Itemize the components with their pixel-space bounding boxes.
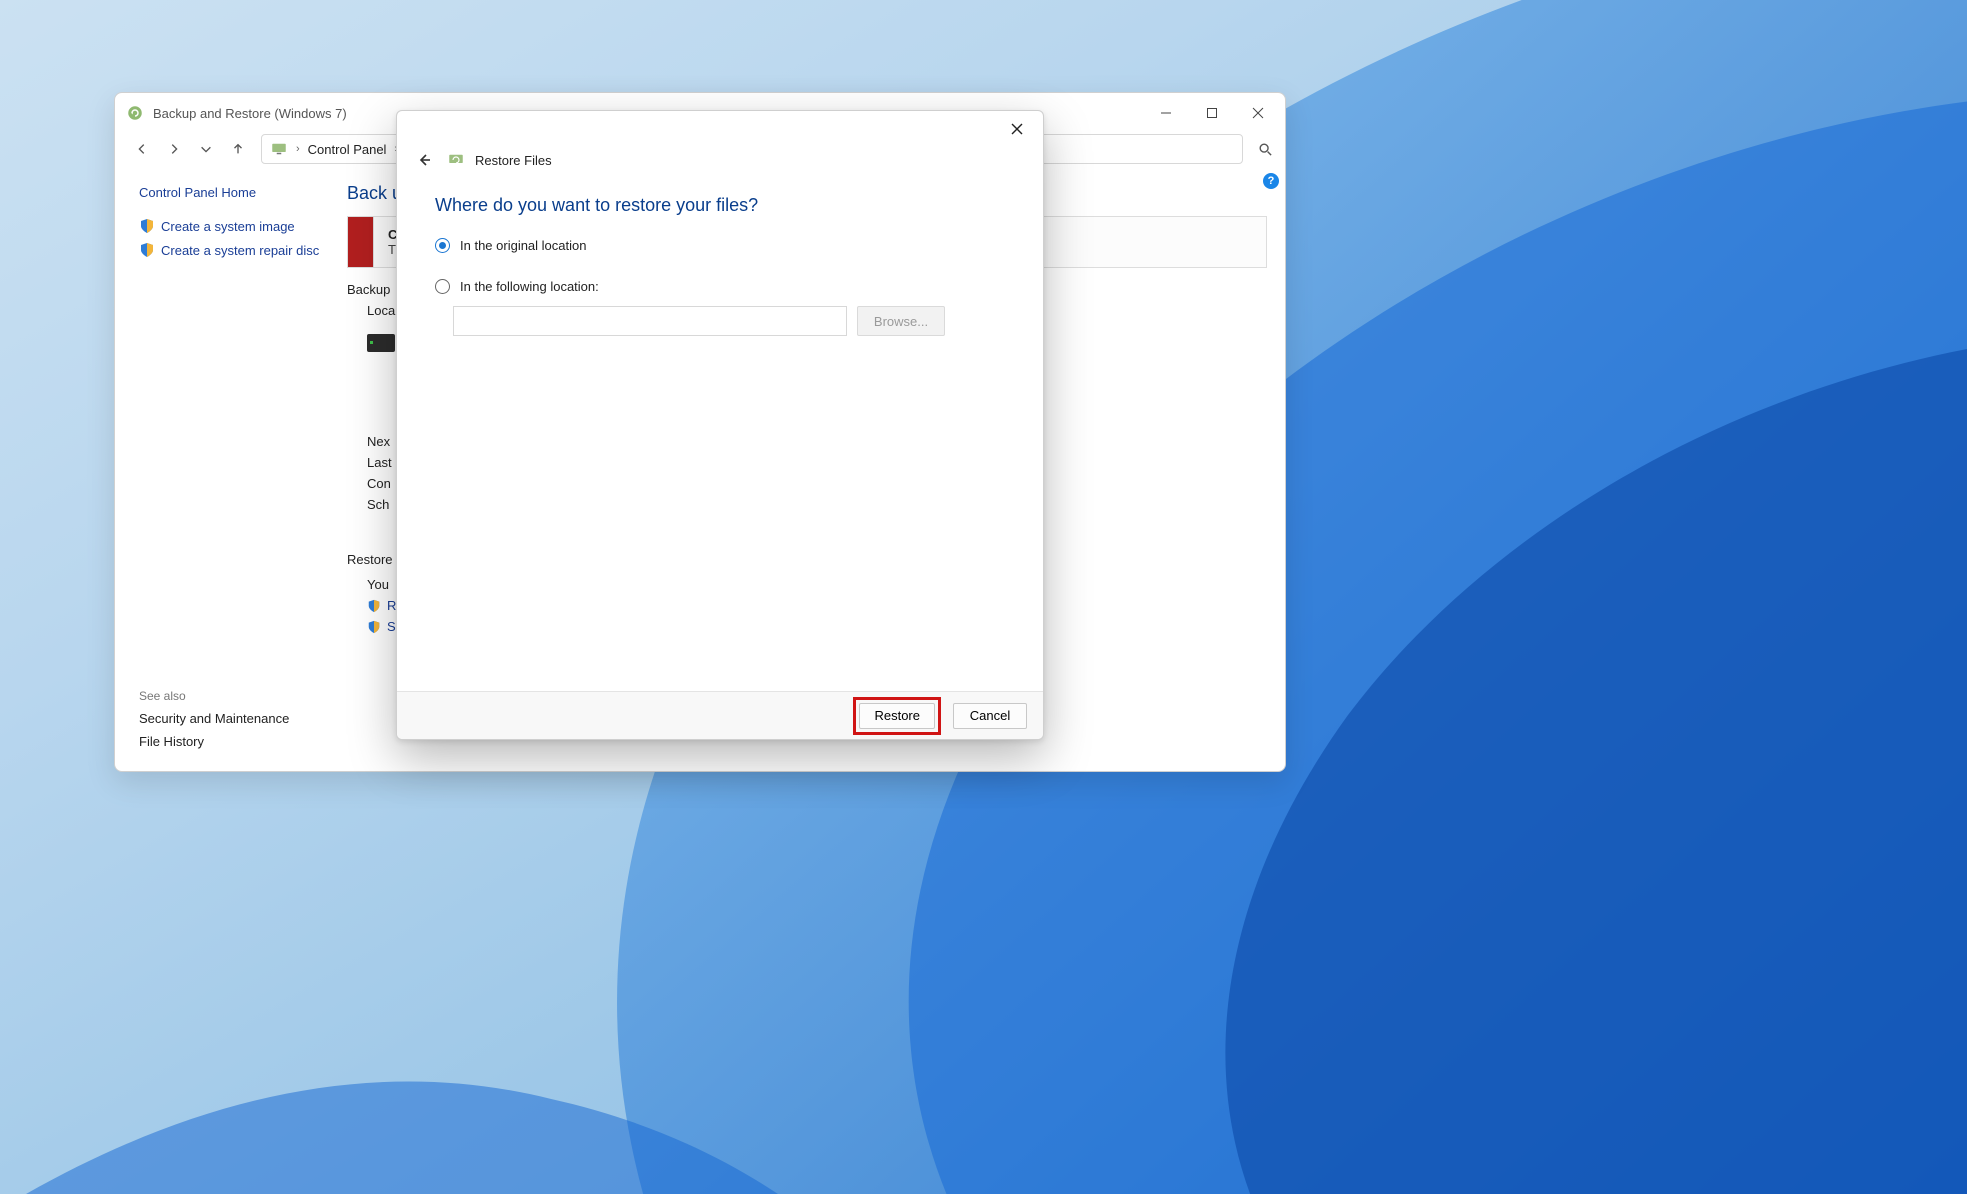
dialog-back-button[interactable]	[411, 147, 437, 173]
see-also-header: See also	[139, 689, 333, 703]
dialog-header: Restore Files	[397, 147, 1043, 177]
dialog-title: Restore Files	[475, 153, 552, 168]
browse-button[interactable]: Browse...	[857, 306, 945, 336]
shield-icon	[139, 242, 155, 258]
dialog-close-button[interactable]	[997, 115, 1037, 143]
shield-icon	[367, 620, 381, 634]
close-button[interactable]	[1235, 98, 1281, 128]
restore-files-icon	[447, 151, 465, 169]
error-bar	[347, 216, 373, 268]
restore-link-label: R	[387, 598, 396, 613]
radio-icon	[435, 238, 450, 253]
dialog-heading: Where do you want to restore your files?	[435, 195, 1005, 216]
radio-icon	[435, 279, 450, 294]
location-input[interactable]	[453, 306, 847, 336]
shield-icon	[139, 218, 155, 234]
location-label: Loca	[367, 303, 395, 318]
window-title: Backup and Restore (Windows 7)	[153, 106, 347, 121]
breadcrumb-item[interactable]: Control Panel	[308, 142, 387, 157]
backup-label: Backup	[347, 282, 390, 297]
radio-label: In the following location:	[460, 279, 599, 294]
nav-up-button[interactable]	[223, 134, 253, 164]
sidebar: Control Panel Home Create a system image…	[115, 169, 347, 771]
minimize-button[interactable]	[1143, 98, 1189, 128]
radio-original-location[interactable]: In the original location	[435, 238, 1005, 253]
radio-label: In the original location	[460, 238, 586, 253]
help-icon[interactable]: ?	[1263, 173, 1279, 189]
file-history-link[interactable]: File History	[139, 734, 333, 749]
nav-forward-button[interactable]	[159, 134, 189, 164]
schedule-label: Sch	[367, 497, 389, 512]
radio-following-location[interactable]: In the following location:	[435, 279, 1005, 294]
restore-link-label: S	[387, 619, 396, 634]
pc-icon	[270, 140, 288, 158]
shield-icon	[367, 599, 381, 613]
restore-files-dialog: Restore Files Where do you want to resto…	[396, 110, 1044, 740]
create-repair-disc-link[interactable]: Create a system repair disc	[139, 242, 333, 258]
nav-back-button[interactable]	[127, 134, 157, 164]
breadcrumb-sep-icon: ›	[296, 143, 300, 155]
search-button[interactable]	[1251, 135, 1279, 163]
restore-highlight: Restore	[853, 697, 941, 735]
window-controls	[1143, 98, 1281, 128]
sidebar-link-label: Create a system repair disc	[161, 243, 319, 258]
contents-label: Con	[367, 476, 391, 491]
security-maintenance-link[interactable]: Security and Maintenance	[139, 711, 333, 726]
dialog-footer: Restore Cancel	[397, 691, 1043, 739]
drive-icon	[367, 334, 395, 352]
backup-restore-icon	[125, 103, 145, 123]
maximize-button[interactable]	[1189, 98, 1235, 128]
control-panel-home-link[interactable]: Control Panel Home	[139, 185, 333, 200]
restore-button[interactable]: Restore	[859, 703, 935, 729]
dialog-body: Where do you want to restore your files?…	[397, 177, 1043, 691]
create-system-image-link[interactable]: Create a system image	[139, 218, 333, 234]
sidebar-link-label: Create a system image	[161, 219, 295, 234]
next-label: Nex	[367, 434, 390, 449]
dialog-topbar	[397, 111, 1043, 147]
last-label: Last	[367, 455, 392, 470]
cancel-button[interactable]: Cancel	[953, 703, 1027, 729]
nav-recent-button[interactable]	[191, 134, 221, 164]
